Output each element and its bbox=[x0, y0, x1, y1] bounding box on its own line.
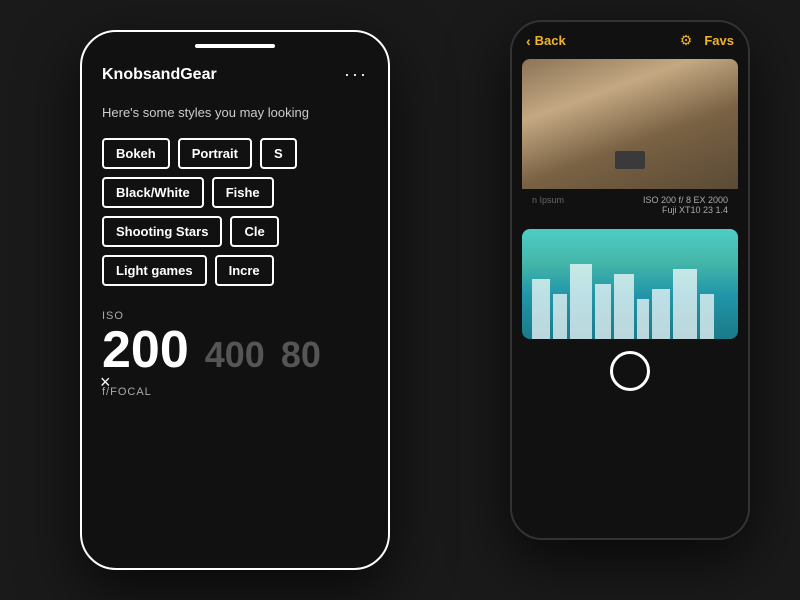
phone-right: ‹ Back ⚙ Favs n Ipsum ISO 200 f/ 8 EX 20… bbox=[510, 20, 750, 540]
subtitle-text: Here's some styles you may looking bbox=[102, 105, 368, 120]
tags-row-3: Shooting Stars Cle bbox=[102, 216, 368, 247]
favs-button[interactable]: Favs bbox=[704, 33, 734, 48]
gear-icon[interactable]: ⚙ bbox=[680, 32, 693, 49]
phone-left: KnobsandGear ··· Here's some styles you … bbox=[80, 30, 390, 570]
tag-fishe[interactable]: Fishe bbox=[212, 177, 274, 208]
shutter-button[interactable] bbox=[610, 351, 650, 391]
city-photo bbox=[522, 229, 738, 339]
photo-card-landscape: n Ipsum ISO 200 f/ 8 EX 2000 Fuji XT10 2… bbox=[522, 59, 738, 221]
photo-meta-block: ISO 200 f/ 8 EX 2000 Fuji XT10 23 1.4 bbox=[643, 195, 728, 215]
tag-bw[interactable]: Black/White bbox=[102, 177, 204, 208]
photo-card-city bbox=[522, 229, 738, 339]
top-bar: ‹ Back ⚙ Favs bbox=[512, 22, 748, 59]
iso-dim-400: 400 bbox=[205, 334, 265, 376]
landscape-photo bbox=[522, 59, 738, 189]
photo-lorem-text: n Ipsum bbox=[532, 195, 564, 205]
tag-incre[interactable]: Incre bbox=[215, 255, 274, 286]
tags-row-2: Black/White Fishe bbox=[102, 177, 368, 208]
back-button[interactable]: ‹ Back bbox=[526, 33, 566, 49]
tag-cle[interactable]: Cle bbox=[230, 216, 278, 247]
city-buildings bbox=[532, 264, 728, 339]
tags-grid: Bokeh Portrait S Black/White Fishe Shoot… bbox=[102, 138, 368, 286]
tag-bokeh[interactable]: Bokeh bbox=[102, 138, 170, 169]
tag-s[interactable]: S bbox=[260, 138, 297, 169]
iso-main-value[interactable]: 200 bbox=[102, 324, 189, 376]
iso-section: ISO 200 400 80 f/FOCAL bbox=[102, 310, 368, 398]
app-title: KnobsandGear bbox=[102, 66, 217, 84]
scene: KnobsandGear ··· Here's some styles you … bbox=[0, 0, 800, 600]
photo-iso-value: ISO 200 f/ 8 EX 2000 bbox=[643, 195, 728, 205]
chevron-left-icon: ‹ bbox=[526, 33, 531, 49]
photo-lens-value: Fuji XT10 23 1.4 bbox=[643, 205, 728, 215]
close-button[interactable]: × bbox=[100, 372, 111, 393]
photo-meta-row: n Ipsum ISO 200 f/ 8 EX 2000 Fuji XT10 2… bbox=[522, 189, 738, 221]
more-dots-icon[interactable]: ··· bbox=[344, 64, 368, 85]
app-header: KnobsandGear ··· bbox=[102, 64, 368, 85]
iso-values: 200 400 80 bbox=[102, 324, 368, 376]
tag-portrait[interactable]: Portrait bbox=[178, 138, 252, 169]
tags-row-4: Light games Incre bbox=[102, 255, 368, 286]
iso-dim-80: 80 bbox=[281, 334, 321, 376]
tag-light-games[interactable]: Light games bbox=[102, 255, 207, 286]
tags-row-1: Bokeh Portrait S bbox=[102, 138, 368, 169]
back-label: Back bbox=[535, 33, 566, 48]
focal-label: f/FOCAL bbox=[102, 386, 368, 398]
tag-shooting-stars[interactable]: Shooting Stars bbox=[102, 216, 222, 247]
